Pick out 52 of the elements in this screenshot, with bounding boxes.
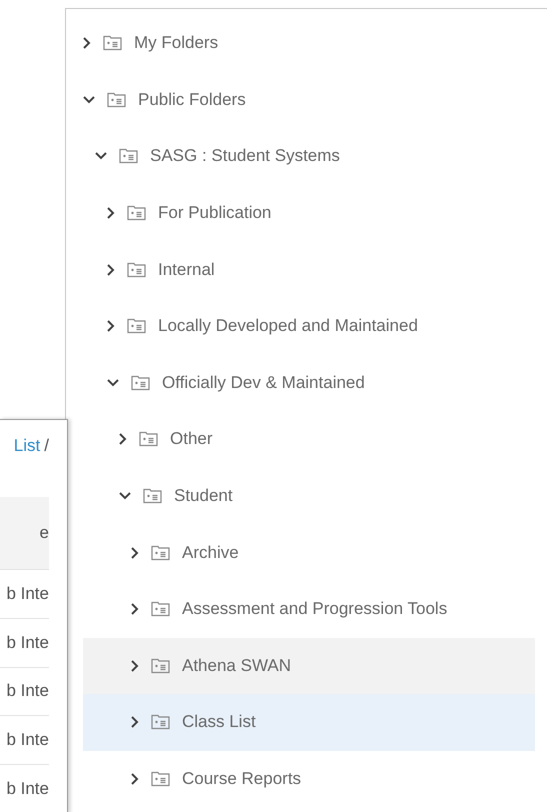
table-cell: b Inte: [0, 618, 49, 668]
folder-label[interactable]: Athena SWAN: [182, 656, 291, 676]
chevron-right-icon[interactable]: [131, 660, 139, 672]
folder-label[interactable]: SASG : Student Systems: [150, 146, 340, 166]
folder-icon: [151, 658, 170, 674]
table-cell: b Inte: [0, 570, 49, 619]
chevron-right-icon[interactable]: [107, 264, 115, 276]
folder-icon: [151, 544, 170, 561]
chevron-right-icon[interactable]: [83, 37, 91, 50]
folder-label[interactable]: Assessment and Progression Tools: [182, 599, 448, 620]
folder-icon: [107, 92, 126, 108]
chevron-right-icon[interactable]: [107, 320, 115, 332]
folder-label[interactable]: Public Folders: [138, 90, 246, 110]
folder-label[interactable]: Internal: [158, 260, 215, 280]
folder-icon: [131, 374, 150, 391]
folder-icon: [119, 148, 138, 164]
folder-label[interactable]: My Folders: [134, 33, 218, 54]
chevron-right-icon[interactable]: [131, 603, 139, 616]
table-cell: b Inte: [0, 668, 49, 716]
chevron-down-icon[interactable]: [95, 152, 107, 160]
chevron-right-icon[interactable]: [107, 207, 115, 220]
breadcrumb-link[interactable]: List: [14, 436, 40, 457]
folder-label[interactable]: Officially Dev & Maintained: [162, 372, 365, 393]
folder-icon: [143, 488, 162, 504]
folder-icon: [103, 35, 122, 52]
folder-icon: [151, 771, 170, 788]
folder-label[interactable]: Archive: [182, 542, 239, 563]
folder-icon: [151, 714, 170, 730]
folder-label[interactable]: For Publication: [158, 203, 272, 224]
folder-label[interactable]: Course Reports: [182, 769, 302, 790]
folder-icon: [151, 601, 170, 618]
folder-icon: [139, 431, 158, 448]
column-header: e: [0, 496, 49, 570]
chevron-right-icon[interactable]: [131, 546, 139, 559]
folder-label[interactable]: Locally Developed and Maintained: [158, 316, 418, 336]
chevron-right-icon[interactable]: [119, 433, 127, 446]
table-cell: b Inte: [0, 716, 49, 766]
chevron-down-icon[interactable]: [107, 378, 119, 387]
table-cell: b Inte: [0, 765, 49, 812]
chevron-down-icon[interactable]: [119, 492, 131, 500]
chevron-right-icon[interactable]: [131, 773, 139, 786]
folder-icon: [127, 262, 146, 278]
folder-label[interactable]: Student: [174, 486, 233, 506]
tree-row[interactable]: Athena SWAN: [83, 638, 535, 694]
breadcrumb-separator: /: [44, 436, 49, 457]
folder-icon: [127, 205, 146, 222]
chevron-right-icon[interactable]: [131, 716, 139, 728]
folder-icon: [127, 318, 146, 334]
folder-label[interactable]: Other: [170, 429, 213, 450]
folder-label[interactable]: Class List: [182, 712, 256, 732]
tree-row[interactable]: Class List: [83, 694, 535, 751]
chevron-down-icon[interactable]: [83, 96, 95, 104]
